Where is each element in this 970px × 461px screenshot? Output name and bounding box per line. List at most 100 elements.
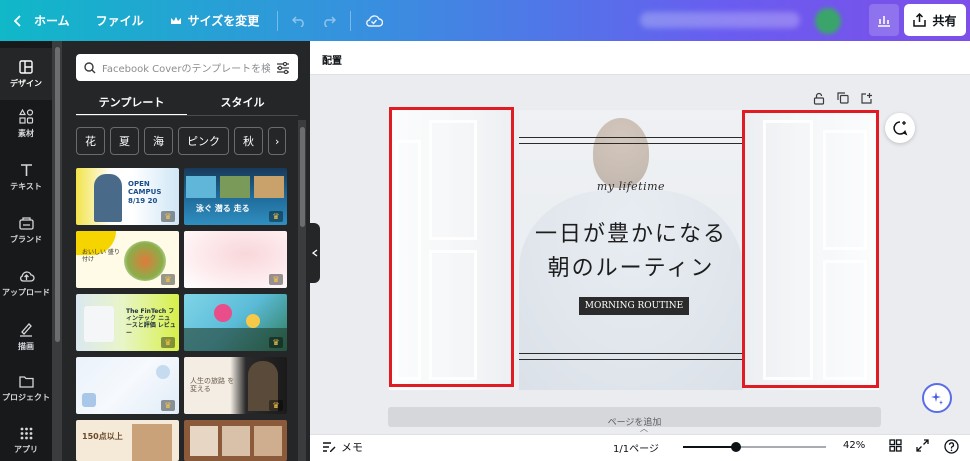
decorative-line xyxy=(519,137,743,138)
badge-text[interactable]: MORNING ROUTINE xyxy=(579,297,689,315)
template-thumb[interactable]: 人生の旅路 を変える ♛ xyxy=(184,357,287,414)
panel-scrollbar-thumb[interactable] xyxy=(300,127,305,227)
workspace-header xyxy=(310,41,970,75)
crown-icon xyxy=(170,16,181,24)
toolbar-divider xyxy=(277,10,279,31)
decorative-line xyxy=(519,359,743,360)
template-thumb[interactable] xyxy=(184,420,287,461)
run-photo xyxy=(254,176,284,198)
left-rail: デザイン 素材 テキスト ブランド アップロード 描画 プロジェクト アプリ xyxy=(0,41,52,461)
chip-flower[interactable]: 花 xyxy=(76,127,105,155)
elements-icon xyxy=(18,109,33,124)
rail-item-elements[interactable]: 素材 xyxy=(0,98,52,150)
rail-label-upload: アップロード xyxy=(2,287,50,297)
design-title-blurred[interactable] xyxy=(640,12,800,28)
filter-icon[interactable] xyxy=(276,61,290,74)
position-button[interactable]: 配置 xyxy=(322,52,342,67)
rail-item-design[interactable]: デザイン xyxy=(0,48,52,100)
chevron-left-icon xyxy=(312,249,318,257)
undo-button[interactable] xyxy=(284,0,314,41)
zoom-slider-knob[interactable] xyxy=(730,442,741,452)
fullscreen-button[interactable] xyxy=(916,439,929,455)
template-thumb[interactable]: 泳ぐ 潜る 走る ♛ xyxy=(184,168,287,225)
notes-icon xyxy=(323,442,336,452)
text-icon xyxy=(20,163,32,176)
lock-icon[interactable] xyxy=(813,92,825,105)
rail-item-projects[interactable]: プロジェクト xyxy=(0,363,52,415)
blue-decoration xyxy=(82,393,96,407)
duplicate-icon[interactable] xyxy=(837,92,849,104)
script-text[interactable]: my lifetime xyxy=(519,180,743,193)
cloud-save-button[interactable] xyxy=(357,0,391,41)
crown-icon: ♛ xyxy=(161,274,175,285)
title-line-1[interactable]: 一日が豊かになる xyxy=(519,216,743,248)
share-upload-icon xyxy=(913,13,927,27)
rail-label-apps: アプリ xyxy=(14,445,38,454)
template-thumb-text: おいしい 盛り付け xyxy=(82,249,120,264)
home-label: ホーム xyxy=(34,14,70,28)
chip-sea[interactable]: 海 xyxy=(144,127,173,155)
avatar[interactable] xyxy=(815,8,841,34)
page-tools xyxy=(813,92,873,105)
chip-pink[interactable]: ピンク xyxy=(178,127,229,155)
template-thumb[interactable]: 150点以上 xyxy=(76,420,179,461)
search-input[interactable]: Facebook Coverのテンプレートを検 xyxy=(76,54,298,81)
add-page-icon[interactable] xyxy=(861,92,873,104)
swim-photo xyxy=(186,176,216,198)
tabs-divider xyxy=(76,115,298,116)
grid-view-button[interactable] xyxy=(889,439,902,455)
tab-templates[interactable]: テンプレート xyxy=(76,90,187,116)
magic-assistant-button[interactable] xyxy=(922,383,952,413)
share-label: 共有 xyxy=(932,13,957,28)
rail-item-draw[interactable]: 描画 xyxy=(0,311,52,363)
redo-button[interactable] xyxy=(314,0,344,41)
apps-icon xyxy=(20,427,32,440)
chip-autumn[interactable]: 秋 xyxy=(234,127,263,155)
undo-icon xyxy=(292,15,305,27)
chips-next-button[interactable]: › xyxy=(268,127,287,155)
template-thumb[interactable]: ♛ xyxy=(184,231,287,288)
crown-icon: ♛ xyxy=(269,400,283,411)
rail-item-apps[interactable]: アプリ xyxy=(0,415,52,461)
file-menu-button[interactable]: ファイル xyxy=(82,0,156,41)
comment-button[interactable] xyxy=(885,113,915,143)
notes-label: メモ xyxy=(341,441,363,454)
add-page-button[interactable]: ページを追加 xyxy=(388,407,881,427)
chip-summer[interactable]: 夏 xyxy=(110,127,139,155)
help-button[interactable] xyxy=(944,439,959,457)
food-photo xyxy=(124,241,166,281)
template-thumb[interactable]: OPEN CAMPUS 8/19 20 ♛ xyxy=(76,168,179,225)
crown-icon: ♛ xyxy=(269,337,283,348)
dive-photo xyxy=(220,176,250,198)
chevron-left-icon xyxy=(14,14,21,27)
chevron-up-icon[interactable]: ︿ xyxy=(636,423,652,435)
home-button[interactable]: ホーム xyxy=(0,0,82,41)
rail-item-text[interactable]: テキスト xyxy=(0,151,52,203)
resize-button[interactable]: サイズを変更 xyxy=(156,0,272,41)
template-thumb[interactable]: おいしい 盛り付け ♛ xyxy=(76,231,179,288)
template-thumb[interactable]: ♛ xyxy=(76,357,179,414)
sparkle-icon xyxy=(931,392,943,405)
title-line-2[interactable]: 朝のルーティン xyxy=(519,250,743,282)
analytics-button[interactable] xyxy=(869,4,899,36)
photo-collage xyxy=(222,426,250,456)
brand-icon xyxy=(18,216,34,230)
crown-icon: ♛ xyxy=(161,400,175,411)
tab-styles[interactable]: スタイル xyxy=(187,90,298,116)
rail-item-brand[interactable]: ブランド xyxy=(0,204,52,256)
panel-tabs: テンプレート スタイル xyxy=(76,90,298,116)
collapse-panel-button[interactable] xyxy=(310,223,320,283)
template-thumb[interactable]: The FinTech フィンテック ニュースと評価 レビュー ♛ xyxy=(76,294,179,351)
search-icon xyxy=(84,61,96,73)
laptop-photo xyxy=(84,306,114,342)
rail-scrollbar-thumb[interactable] xyxy=(55,47,60,342)
draw-icon xyxy=(20,323,32,337)
blue-decoration xyxy=(156,365,170,379)
template-thumb[interactable]: ♛ xyxy=(184,294,287,351)
page-indicator[interactable]: 1/1ページ xyxy=(613,440,659,455)
rail-item-upload[interactable]: アップロード xyxy=(0,257,52,309)
notes-button[interactable]: メモ xyxy=(322,439,363,455)
share-button[interactable]: 共有 xyxy=(904,4,966,36)
zoom-level[interactable]: 42% xyxy=(843,440,865,451)
highlight-box-left xyxy=(389,107,514,387)
